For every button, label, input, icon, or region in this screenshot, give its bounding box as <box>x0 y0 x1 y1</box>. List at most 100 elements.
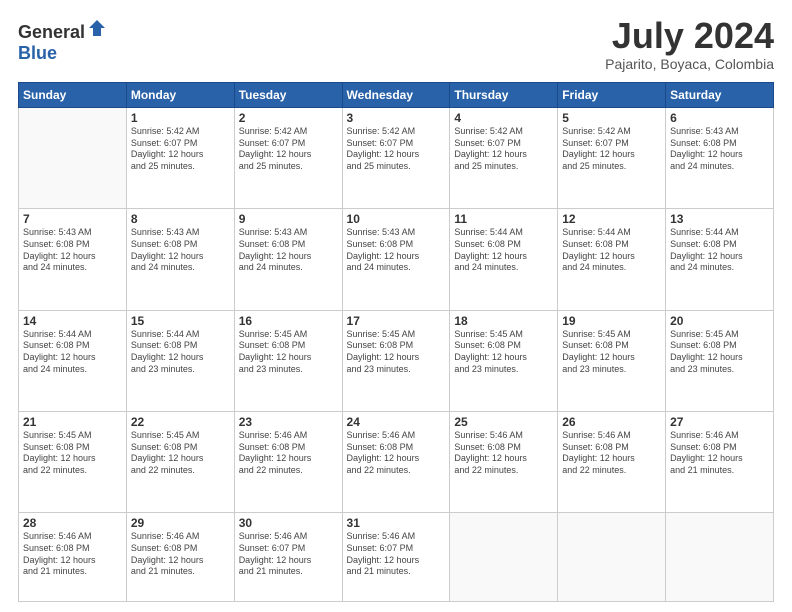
calendar-cell: 29Sunrise: 5:46 AMSunset: 6:08 PMDayligh… <box>126 513 234 602</box>
day-number: 6 <box>670 111 769 125</box>
day-number: 14 <box>23 314 122 328</box>
calendar-cell <box>666 513 774 602</box>
day-number: 4 <box>454 111 553 125</box>
day-info: Sunrise: 5:42 AMSunset: 6:07 PMDaylight:… <box>562 126 661 173</box>
day-number: 19 <box>562 314 661 328</box>
day-number: 25 <box>454 415 553 429</box>
calendar-cell <box>19 108 127 209</box>
day-info: Sunrise: 5:46 AMSunset: 6:08 PMDaylight:… <box>670 430 769 477</box>
day-number: 8 <box>131 212 230 226</box>
day-info: Sunrise: 5:44 AMSunset: 6:08 PMDaylight:… <box>562 227 661 274</box>
calendar-cell: 28Sunrise: 5:46 AMSunset: 6:08 PMDayligh… <box>19 513 127 602</box>
day-number: 23 <box>239 415 338 429</box>
calendar-cell: 10Sunrise: 5:43 AMSunset: 6:08 PMDayligh… <box>342 209 450 310</box>
location-text: Pajarito, Boyaca, Colombia <box>605 56 774 72</box>
calendar-cell: 31Sunrise: 5:46 AMSunset: 6:07 PMDayligh… <box>342 513 450 602</box>
day-number: 26 <box>562 415 661 429</box>
day-number: 24 <box>347 415 446 429</box>
day-number: 1 <box>131 111 230 125</box>
calendar-cell: 2Sunrise: 5:42 AMSunset: 6:07 PMDaylight… <box>234 108 342 209</box>
weekday-header-sunday: Sunday <box>19 83 127 108</box>
day-info: Sunrise: 5:44 AMSunset: 6:08 PMDaylight:… <box>454 227 553 274</box>
calendar-cell: 24Sunrise: 5:46 AMSunset: 6:08 PMDayligh… <box>342 411 450 512</box>
day-number: 17 <box>347 314 446 328</box>
day-number: 20 <box>670 314 769 328</box>
day-info: Sunrise: 5:42 AMSunset: 6:07 PMDaylight:… <box>454 126 553 173</box>
title-section: July 2024 Pajarito, Boyaca, Colombia <box>605 18 774 72</box>
logo-icon <box>87 18 107 38</box>
day-info: Sunrise: 5:43 AMSunset: 6:08 PMDaylight:… <box>347 227 446 274</box>
calendar-cell: 22Sunrise: 5:45 AMSunset: 6:08 PMDayligh… <box>126 411 234 512</box>
day-info: Sunrise: 5:43 AMSunset: 6:08 PMDaylight:… <box>239 227 338 274</box>
day-info: Sunrise: 5:42 AMSunset: 6:07 PMDaylight:… <box>239 126 338 173</box>
calendar-cell: 7Sunrise: 5:43 AMSunset: 6:08 PMDaylight… <box>19 209 127 310</box>
day-number: 12 <box>562 212 661 226</box>
day-info: Sunrise: 5:45 AMSunset: 6:08 PMDaylight:… <box>562 329 661 376</box>
weekday-header-friday: Friday <box>558 83 666 108</box>
calendar-cell: 26Sunrise: 5:46 AMSunset: 6:08 PMDayligh… <box>558 411 666 512</box>
day-info: Sunrise: 5:44 AMSunset: 6:08 PMDaylight:… <box>23 329 122 376</box>
day-info: Sunrise: 5:46 AMSunset: 6:08 PMDaylight:… <box>131 531 230 578</box>
calendar-cell: 14Sunrise: 5:44 AMSunset: 6:08 PMDayligh… <box>19 310 127 411</box>
weekday-header-row: SundayMondayTuesdayWednesdayThursdayFrid… <box>19 83 774 108</box>
day-info: Sunrise: 5:44 AMSunset: 6:08 PMDaylight:… <box>670 227 769 274</box>
calendar-cell: 13Sunrise: 5:44 AMSunset: 6:08 PMDayligh… <box>666 209 774 310</box>
weekday-header-saturday: Saturday <box>666 83 774 108</box>
day-number: 31 <box>347 516 446 530</box>
logo-blue-text: Blue <box>18 43 57 64</box>
calendar-cell: 15Sunrise: 5:44 AMSunset: 6:08 PMDayligh… <box>126 310 234 411</box>
week-row-2: 7 Sunrise: 5:43 AMSunset: 6:08 PMDaylight… <box>19 209 774 310</box>
calendar-cell: 5Sunrise: 5:42 AMSunset: 6:07 PMDaylight… <box>558 108 666 209</box>
calendar-cell: 25Sunrise: 5:46 AMSunset: 6:08 PMDayligh… <box>450 411 558 512</box>
calendar-cell: 11Sunrise: 5:44 AMSunset: 6:08 PMDayligh… <box>450 209 558 310</box>
day-info: Sunrise: 5:43 AMSunset: 6:08 PMDaylight:… <box>131 227 230 274</box>
day-number: 5 <box>562 111 661 125</box>
weekday-header-thursday: Thursday <box>450 83 558 108</box>
calendar-cell <box>450 513 558 602</box>
day-info: Sunrise: 5:46 AMSunset: 6:08 PMDaylight:… <box>23 531 122 578</box>
calendar-cell: 19Sunrise: 5:45 AMSunset: 6:08 PMDayligh… <box>558 310 666 411</box>
day-info: Sunrise: 5:43 AMSunset: 6:08 PMDaylight:… <box>670 126 769 173</box>
calendar-cell: 21Sunrise: 5:45 AMSunset: 6:08 PMDayligh… <box>19 411 127 512</box>
day-number: 7 <box>23 212 122 226</box>
logo: General Blue <box>18 18 107 64</box>
weekday-header-monday: Monday <box>126 83 234 108</box>
calendar-table: SundayMondayTuesdayWednesdayThursdayFrid… <box>18 82 774 602</box>
day-number: 30 <box>239 516 338 530</box>
day-info: Sunrise: 5:45 AMSunset: 6:08 PMDaylight:… <box>23 430 122 477</box>
day-info: Sunrise: 5:46 AMSunset: 6:08 PMDaylight:… <box>454 430 553 477</box>
calendar-cell: 3Sunrise: 5:42 AMSunset: 6:07 PMDaylight… <box>342 108 450 209</box>
calendar-cell: 4Sunrise: 5:42 AMSunset: 6:07 PMDaylight… <box>450 108 558 209</box>
day-number: 11 <box>454 212 553 226</box>
calendar-cell: 16Sunrise: 5:45 AMSunset: 6:08 PMDayligh… <box>234 310 342 411</box>
day-number: 9 <box>239 212 338 226</box>
calendar-cell: 27Sunrise: 5:46 AMSunset: 6:08 PMDayligh… <box>666 411 774 512</box>
week-row-3: 14Sunrise: 5:44 AMSunset: 6:08 PMDayligh… <box>19 310 774 411</box>
day-number: 2 <box>239 111 338 125</box>
day-number: 3 <box>347 111 446 125</box>
day-number: 15 <box>131 314 230 328</box>
day-number: 27 <box>670 415 769 429</box>
day-info: Sunrise: 5:42 AMSunset: 6:07 PMDaylight:… <box>347 126 446 173</box>
calendar-cell: 30Sunrise: 5:46 AMSunset: 6:07 PMDayligh… <box>234 513 342 602</box>
calendar-cell: 8Sunrise: 5:43 AMSunset: 6:08 PMDaylight… <box>126 209 234 310</box>
weekday-header-wednesday: Wednesday <box>342 83 450 108</box>
page: General Blue July 2024 Pajarito, Boyaca,… <box>0 0 792 612</box>
day-info: Sunrise: 5:46 AMSunset: 6:07 PMDaylight:… <box>347 531 446 578</box>
calendar-cell: 17Sunrise: 5:45 AMSunset: 6:08 PMDayligh… <box>342 310 450 411</box>
week-row-1: 1 Sunrise: 5:42 AMSunset: 6:07 PMDaylight… <box>19 108 774 209</box>
weekday-header-tuesday: Tuesday <box>234 83 342 108</box>
day-number: 10 <box>347 212 446 226</box>
day-number: 28 <box>23 516 122 530</box>
day-info: Sunrise: 5:46 AMSunset: 6:08 PMDaylight:… <box>239 430 338 477</box>
day-number: 16 <box>239 314 338 328</box>
day-number: 29 <box>131 516 230 530</box>
calendar-cell: 20Sunrise: 5:45 AMSunset: 6:08 PMDayligh… <box>666 310 774 411</box>
calendar-cell: 9Sunrise: 5:43 AMSunset: 6:08 PMDaylight… <box>234 209 342 310</box>
day-number: 22 <box>131 415 230 429</box>
day-info: Sunrise: 5:45 AMSunset: 6:08 PMDaylight:… <box>131 430 230 477</box>
day-info: Sunrise: 5:45 AMSunset: 6:08 PMDaylight:… <box>454 329 553 376</box>
day-info: Sunrise: 5:44 AMSunset: 6:08 PMDaylight:… <box>131 329 230 376</box>
day-info: Sunrise: 5:45 AMSunset: 6:08 PMDaylight:… <box>347 329 446 376</box>
day-info: Sunrise: 5:46 AMSunset: 6:08 PMDaylight:… <box>562 430 661 477</box>
